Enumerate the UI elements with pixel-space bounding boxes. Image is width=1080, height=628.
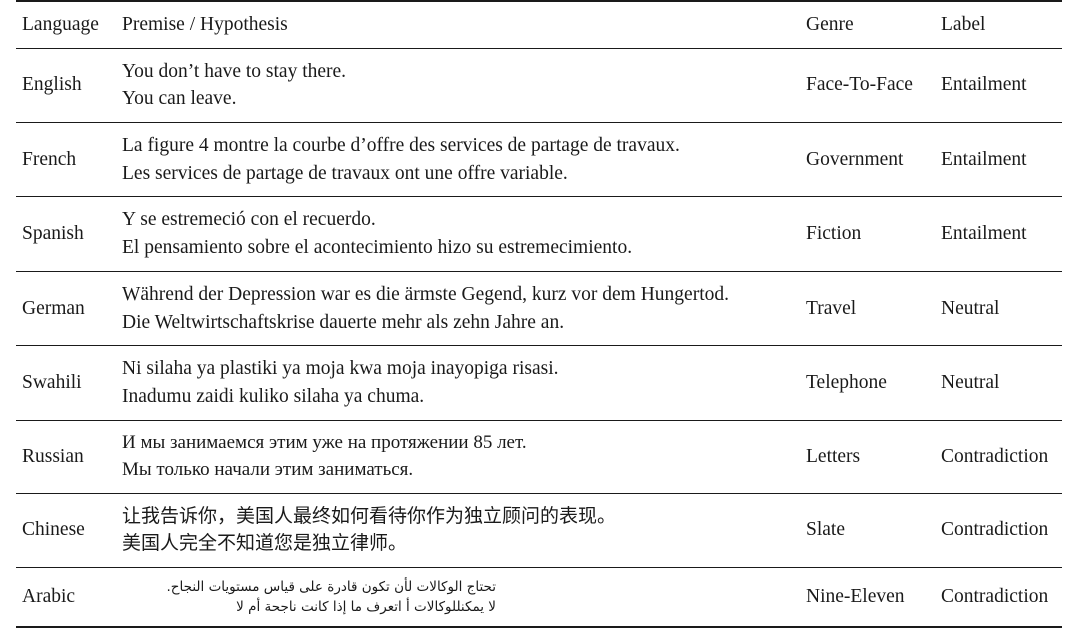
premise-text: Y se estremeció con el recuerdo. [122, 209, 376, 231]
cell-premise-hypothesis: You don’t have to stay there. You can le… [112, 48, 796, 124]
table-body: Language Premise / Hypothesis Genre Labe… [16, 0, 1062, 628]
cell-label: Neutral [931, 271, 1062, 347]
hypothesis-text: You can leave. [122, 88, 237, 110]
hypothesis-text: 美国人完全不知道您是独立律师。 [122, 532, 408, 555]
hypothesis-text: Мы только начали этим заниматься. [122, 458, 414, 480]
table-row: French La figure 4 montre la courbe d’of… [16, 122, 1062, 198]
multilingual-nli-examples-table: Language Premise / Hypothesis Genre Labe… [16, 0, 1062, 628]
cell-label: Contradiction [931, 420, 1062, 494]
cell-premise-hypothesis: 让我告诉你，美国人最终如何看待你作为独立顾问的表现。 美国人完全不知道您是独立律… [112, 493, 796, 568]
table-row: Arabic تحتاج الوكالات لأن تكون قادرة على… [16, 567, 1062, 628]
hypothesis-text: Les services de partage de travaux ont u… [122, 162, 568, 184]
premise-text: Ni silaha ya plastiki ya moja kwa moja i… [122, 358, 559, 380]
premise-text: Während der Depression war es die ärmste… [122, 283, 729, 305]
cell-label: Entailment [931, 196, 1062, 272]
cell-language: Russian [16, 420, 112, 494]
cell-premise-hypothesis: И мы занимаемся этим уже на протяжении 8… [112, 420, 796, 494]
cell-genre: Telephone [796, 345, 931, 421]
cell-language: English [16, 48, 112, 124]
cell-genre: Face-To-Face [796, 48, 931, 124]
cell-label: Contradiction [931, 567, 1062, 628]
hypothesis-text: لا يمكنللوكالات أ اتعرف ما إذا كانت ناجح… [236, 598, 496, 615]
table-row: English You don’t have to stay there. Yo… [16, 48, 1062, 124]
column-header-label: Label [931, 0, 1062, 49]
premise-text: 让我告诉你，美国人最终如何看待你作为独立顾问的表现。 [122, 504, 617, 527]
cell-label: Entailment [931, 48, 1062, 124]
table-row: Chinese 让我告诉你，美国人最终如何看待你作为独立顾问的表现。 美国人完全… [16, 493, 1062, 568]
cell-premise-hypothesis: La figure 4 montre la courbe d’offre des… [112, 122, 796, 198]
premise-text: La figure 4 montre la courbe d’offre des… [122, 135, 680, 157]
cell-genre: Nine-Eleven [796, 567, 931, 628]
cell-language: Arabic [16, 567, 112, 628]
cell-genre: Travel [796, 271, 931, 347]
cell-premise-hypothesis: تحتاج الوكالات لأن تكون قادرة على قياس م… [112, 567, 796, 628]
table-container: Language Premise / Hypothesis Genre Labe… [0, 0, 1080, 628]
premise-text: И мы занимаемся этим уже на протяжении 8… [122, 431, 527, 453]
cell-genre: Government [796, 122, 931, 198]
premise-text: You don’t have to stay there. [122, 60, 347, 82]
cell-label: Entailment [931, 122, 1062, 198]
hypothesis-text: Inadumu zaidi kuliko silaha ya chuma. [122, 385, 425, 407]
table-row: German Während der Depression war es die… [16, 271, 1062, 347]
column-header-language: Language [16, 0, 112, 49]
cell-premise-hypothesis: Ni silaha ya plastiki ya moja kwa moja i… [112, 345, 796, 421]
cell-language: Swahili [16, 345, 112, 421]
cell-premise-hypothesis: Y se estremeció con el recuerdo. El pens… [112, 196, 796, 272]
cell-language: German [16, 271, 112, 347]
premise-text: تحتاج الوكالات لأن تكون قادرة على قياس م… [166, 578, 496, 595]
cell-label: Neutral [931, 345, 1062, 421]
cell-genre: Slate [796, 493, 931, 568]
hypothesis-text: El pensamiento sobre el acontecimiento h… [122, 237, 633, 259]
cell-genre: Letters [796, 420, 931, 494]
cell-premise-hypothesis: Während der Depression war es die ärmste… [112, 271, 796, 347]
cell-language: French [16, 122, 112, 198]
column-header-premise-hypothesis: Premise / Hypothesis [112, 0, 796, 49]
cell-genre: Fiction [796, 196, 931, 272]
table-row: Swahili Ni silaha ya plastiki ya moja kw… [16, 345, 1062, 421]
hypothesis-text: Die Weltwirtschaftskrise dauerte mehr al… [122, 311, 565, 333]
cell-label: Contradiction [931, 493, 1062, 568]
cell-language: Chinese [16, 493, 112, 568]
table-row: Spanish Y se estremeció con el recuerdo.… [16, 196, 1062, 272]
table-header-row: Language Premise / Hypothesis Genre Labe… [16, 0, 1062, 49]
table-row: Russian И мы занимаемся этим уже на прот… [16, 420, 1062, 494]
cell-language: Spanish [16, 196, 112, 272]
column-header-genre: Genre [796, 0, 931, 49]
